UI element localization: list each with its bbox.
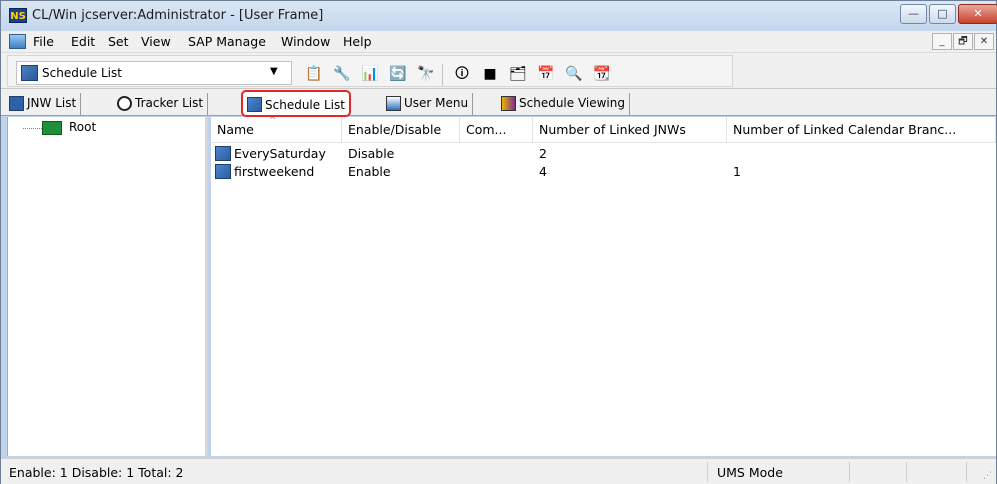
mdi-close-button[interactable]: ✕ bbox=[974, 33, 994, 50]
maximize-button[interactable]: □ bbox=[929, 4, 956, 24]
menu-edit[interactable]: Edit bbox=[71, 34, 95, 49]
column-header-name[interactable]: ^ Name bbox=[211, 117, 342, 143]
binoculars-icon[interactable]: 🔭 bbox=[416, 65, 436, 83]
tree-connector bbox=[23, 128, 42, 129]
list-header: ^ Name Enable/Disable Com... Number of L… bbox=[211, 117, 996, 143]
menu-bar: File Edit Set View SAP Manage Window Hel… bbox=[1, 31, 996, 53]
tab-tracker-list[interactable]: Tracker List bbox=[113, 93, 209, 115]
schedule-icon bbox=[215, 164, 231, 179]
cell-status: Disable bbox=[348, 146, 395, 161]
schedule-view-icon[interactable]: 📆 bbox=[592, 65, 612, 83]
root-folder-icon[interactable] bbox=[42, 121, 62, 135]
minimize-button[interactable]: — bbox=[900, 4, 927, 24]
status-separator bbox=[707, 462, 708, 482]
menu-help[interactable]: Help bbox=[343, 34, 372, 49]
status-summary: Enable: 1 Disable: 1 Total: 2 bbox=[9, 465, 184, 480]
toolbar-separator bbox=[442, 64, 443, 86]
column-header-comment[interactable]: Com... bbox=[460, 117, 533, 143]
stop-icon[interactable]: ■ bbox=[480, 65, 500, 83]
column-label: Name bbox=[217, 122, 254, 137]
cell-comment bbox=[466, 163, 532, 181]
sort-ascending-icon: ^ bbox=[269, 117, 277, 126]
tracker-icon bbox=[117, 96, 132, 111]
column-header-linked-calendars[interactable]: Number of Linked Calendar Branc... bbox=[727, 117, 996, 143]
toolbar: Schedule List ▼ 📋 🔧 📊 🔄 🔭 🛈 ■ 🗂 📅 🔍 📆 bbox=[1, 53, 996, 89]
table-row[interactable]: firstweekend Enable 4 1 bbox=[211, 163, 996, 181]
schedule-icon bbox=[215, 146, 231, 161]
status-mode: UMS Mode bbox=[717, 465, 783, 480]
network-icon[interactable]: 🗂 bbox=[508, 65, 528, 83]
cell-comment bbox=[466, 145, 532, 163]
tab-schedule-viewing[interactable]: Schedule Viewing bbox=[497, 93, 630, 115]
tree-pane: Root bbox=[7, 117, 208, 456]
tab-label: Schedule List bbox=[265, 98, 345, 112]
cell-linked-jnws: 4 bbox=[539, 164, 547, 179]
report-icon[interactable]: 📊 bbox=[360, 65, 380, 83]
jnw-list-icon bbox=[9, 96, 24, 111]
tab-strip: JNW List Tracker List Schedule List User… bbox=[1, 89, 996, 117]
cell-name: EverySaturday bbox=[234, 146, 326, 161]
view-select[interactable]: Schedule List ▼ bbox=[16, 61, 292, 85]
tab-label: JNW List bbox=[27, 96, 77, 110]
search-icon[interactable]: 🔍 bbox=[564, 65, 584, 83]
tab-label: Tracker List bbox=[135, 96, 204, 110]
schedule-list-view: ^ Name Enable/Disable Com... Number of L… bbox=[211, 117, 996, 456]
settings-tool-icon[interactable]: 🔧 bbox=[332, 65, 352, 83]
status-separator bbox=[906, 462, 907, 482]
refresh-icon[interactable]: 🔄 bbox=[388, 65, 408, 83]
document-icon[interactable] bbox=[9, 34, 26, 49]
app-icon[interactable]: NS bbox=[9, 8, 27, 23]
resize-grip-icon[interactable]: ⋰ bbox=[983, 471, 992, 481]
schedule-icon bbox=[21, 65, 38, 81]
title-bar[interactable]: NS CL/Win jcserver:Administrator - [User… bbox=[1, 1, 997, 31]
cell-status: Enable bbox=[348, 164, 391, 179]
tab-label: Schedule Viewing bbox=[519, 96, 625, 110]
tab-label: User Menu bbox=[404, 96, 469, 110]
toolbar-band: Schedule List ▼ 📋 🔧 📊 🔄 🔭 🛈 ■ 🗂 📅 🔍 📆 bbox=[7, 55, 733, 87]
menu-view[interactable]: View bbox=[141, 34, 171, 49]
menu-set[interactable]: Set bbox=[108, 34, 129, 49]
menu-window[interactable]: Window bbox=[281, 34, 330, 49]
menu-file[interactable]: File bbox=[33, 34, 54, 49]
app-window: NS CL/Win jcserver:Administrator - [User… bbox=[0, 0, 997, 484]
cell-linked-calendars bbox=[733, 145, 983, 163]
mdi-restore-button[interactable]: 🗗 bbox=[953, 33, 973, 50]
schedule-viewing-icon bbox=[501, 96, 516, 111]
help-f1-icon[interactable]: 🛈 bbox=[452, 65, 472, 83]
window-title: CL/Win jcserver:Administrator - [User Fr… bbox=[32, 8, 324, 23]
status-separator bbox=[966, 462, 967, 482]
tab-schedule-list[interactable]: Schedule List bbox=[241, 90, 351, 117]
menu-sap-manage[interactable]: SAP Manage bbox=[188, 34, 266, 49]
mdi-controls: _ 🗗 ✕ bbox=[931, 33, 994, 50]
schedule-icon bbox=[247, 97, 262, 112]
cell-linked-jnws: 2 bbox=[539, 146, 547, 161]
view-select-value: Schedule List bbox=[42, 66, 122, 80]
cell-name: firstweekend bbox=[234, 164, 315, 179]
status-bar: Enable: 1 Disable: 1 Total: 2 UMS Mode ⋰ bbox=[1, 458, 996, 484]
chevron-down-icon[interactable]: ▼ bbox=[270, 66, 278, 77]
calendar-icon[interactable]: 📅 bbox=[536, 65, 556, 83]
mdi-minimize-button[interactable]: _ bbox=[932, 33, 952, 50]
status-separator bbox=[849, 462, 850, 482]
close-button[interactable]: ✕ bbox=[958, 4, 997, 24]
user-menu-icon bbox=[386, 96, 401, 111]
tab-jnw-list[interactable]: JNW List bbox=[5, 93, 82, 115]
column-header-enable-disable[interactable]: Enable/Disable bbox=[342, 117, 460, 143]
column-header-linked-jnws[interactable]: Number of Linked JNWs bbox=[533, 117, 727, 143]
tab-user-menu[interactable]: User Menu bbox=[382, 93, 474, 115]
tree-node-root[interactable]: Root bbox=[69, 120, 96, 134]
table-row[interactable]: EverySaturday Disable 2 bbox=[211, 145, 996, 163]
cell-linked-calendars: 1 bbox=[733, 164, 741, 179]
tree-view-icon[interactable]: 📋 bbox=[304, 65, 324, 83]
